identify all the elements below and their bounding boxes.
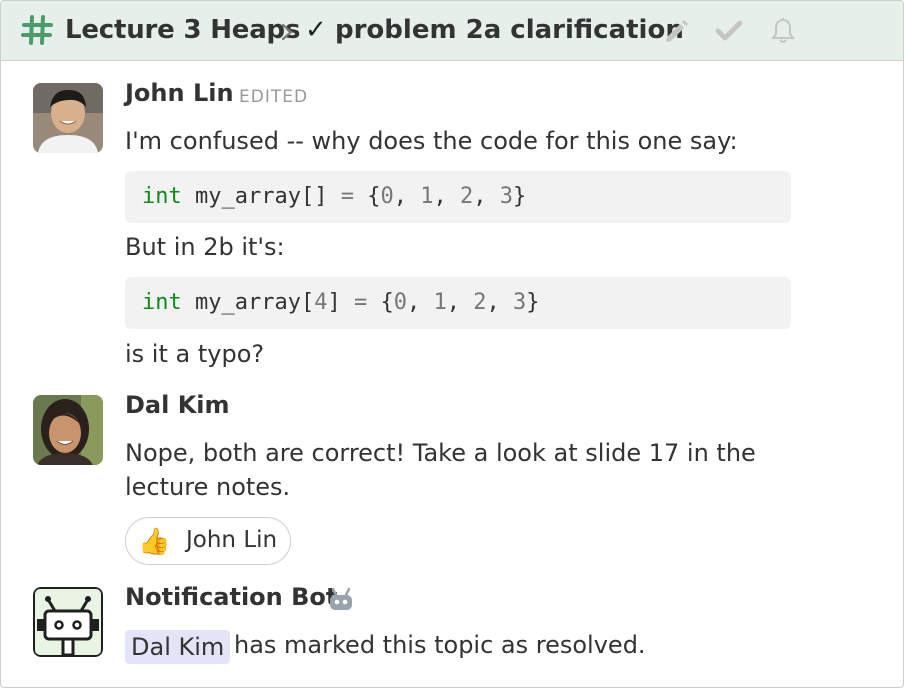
code-block: int my_array[4] = {0, 1, 2, 3} (125, 277, 791, 329)
check-icon[interactable] (715, 17, 743, 45)
code-number: 1 (420, 184, 434, 209)
code-number: 0 (393, 290, 407, 315)
chevron-right-icon (281, 23, 293, 41)
bell-icon[interactable] (769, 17, 797, 45)
topic-header: Lecture 3 Heaps ✓ problem 2a clarificati… (1, 1, 903, 61)
message-view: Lecture 3 Heaps ✓ problem 2a clarificati… (0, 0, 904, 688)
code-block: int my_array[] = {0, 1, 2, 3} (125, 171, 791, 223)
edited-label: EDITED (239, 87, 309, 107)
message-text: Nope, both are correct! Take a look at s… (125, 439, 756, 467)
code-number: 3 (512, 290, 527, 315)
sender-name[interactable]: John Lin (125, 79, 234, 107)
code-number: 3 (499, 184, 513, 209)
message-text: is it a typo? (125, 340, 265, 368)
message-text: lecture notes. (125, 473, 291, 501)
code-identifier: my_array[ (195, 290, 315, 315)
stream-name[interactable]: Lecture 3 Heaps (65, 15, 300, 45)
pencil-icon[interactable] (663, 17, 691, 45)
code-number: 4 (314, 290, 328, 315)
topic-name[interactable]: problem 2a clarification (335, 15, 684, 45)
code-identifier: my_array[] (195, 184, 328, 209)
hash-icon (21, 15, 53, 45)
code-number: 0 (380, 184, 394, 209)
code-brace: } (512, 184, 527, 209)
avatar[interactable] (33, 83, 103, 153)
user-mention[interactable]: Dal Kim (125, 630, 231, 664)
reaction-user: John Lin (186, 527, 278, 553)
code-number: 2 (459, 184, 474, 209)
bot-avatar-image (33, 587, 103, 657)
code-brace: { (367, 184, 381, 209)
message-text: has marked this topic as resolved. (234, 631, 646, 659)
dal-kim-avatar-image (33, 395, 103, 465)
code-operator: = (353, 290, 368, 315)
code-number: 1 (433, 290, 447, 315)
bot-icon (330, 587, 352, 610)
resolved-check-icon: ✓ (305, 15, 327, 45)
avatar[interactable] (33, 587, 103, 657)
code-keyword: int (142, 290, 182, 315)
code-brace: { (380, 290, 394, 315)
code-operator: = (340, 184, 354, 209)
code-brace: } (526, 290, 540, 315)
avatar[interactable] (33, 395, 103, 465)
code-number: 2 (473, 290, 487, 315)
message-text: I'm confused -- why does the code for th… (125, 127, 738, 155)
code-keyword: int (142, 184, 182, 209)
thumbs-up-icon: 👍 (138, 527, 171, 557)
sender-name[interactable]: Dal Kim (125, 391, 230, 419)
message-text: But in 2b it's: (125, 233, 285, 261)
reaction-pill[interactable]: 👍 John Lin (125, 517, 291, 565)
john-lin-avatar-image (33, 83, 103, 153)
code-identifier: ] (327, 290, 341, 315)
sender-name[interactable]: Notification Bot (125, 583, 337, 611)
